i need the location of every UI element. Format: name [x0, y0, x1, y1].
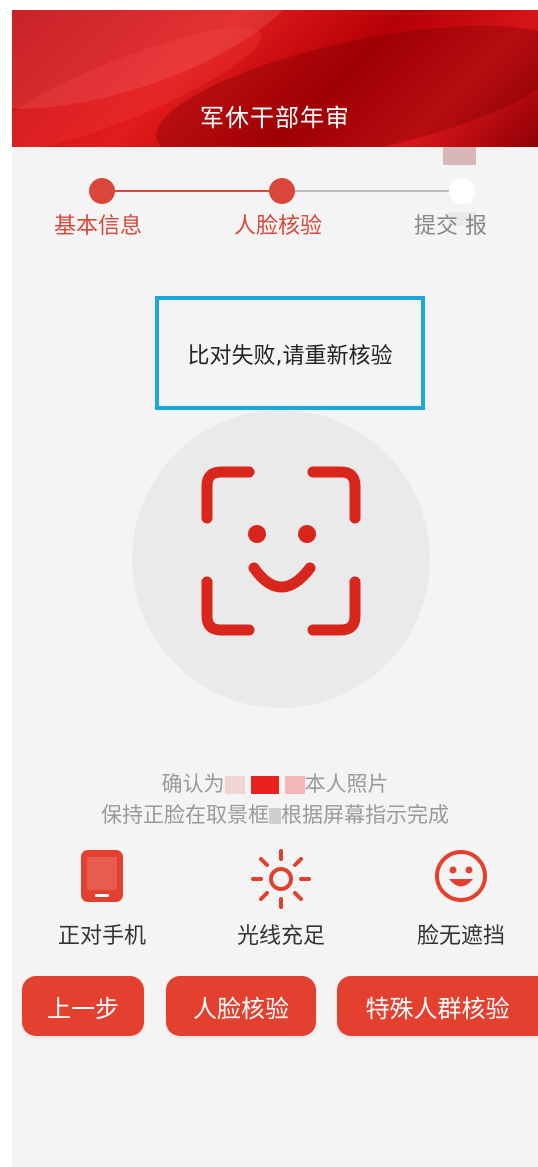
phone-icon	[81, 850, 123, 902]
app-screen: 军休干部年审 基本信息 人脸核验 提交 报 比对失败,请重新核验 确认为 本人照…	[12, 10, 538, 1167]
confirm-prefix: 确认为	[161, 772, 225, 796]
step-dot-submit	[449, 178, 475, 204]
smile-icon	[435, 850, 487, 902]
tip-no-cover: 脸无遮挡	[386, 848, 536, 950]
page-title: 军休干部年审	[200, 104, 350, 132]
tip-label: 正对手机	[57, 924, 146, 949]
previous-step-button[interactable]: 上一步	[22, 976, 144, 1036]
sun-icon	[251, 849, 311, 909]
step-label-basic-info: 基本信息	[54, 214, 143, 239]
confirm-instructions: 确认为 本人照片 保持正脸在取景框 根据屏幕指示完成	[12, 768, 538, 829]
alert-message: 比对失败,请重新核验	[187, 344, 393, 369]
tip-enough-light: 光线充足	[206, 848, 356, 950]
special-group-verify-button[interactable]: 特殊人群核验	[337, 976, 538, 1036]
step-label-face-verify: 人脸核验	[234, 214, 323, 239]
step-dot-face-verify	[269, 178, 295, 204]
tip-face-phone: 正对手机	[27, 848, 177, 950]
redacted-name	[224, 776, 245, 794]
tip-label: 脸无遮挡	[416, 924, 505, 949]
face-verify-button[interactable]: 人脸核验	[166, 976, 316, 1036]
verification-alert: 比对失败,请重新核验	[155, 296, 425, 410]
face-scan-icon	[201, 466, 361, 636]
instruction-prefix: 保持正脸在取景框	[101, 803, 269, 827]
capture-tips: 正对手机 光线充足 脸无遮挡	[12, 848, 538, 958]
step-connector-pending	[282, 190, 462, 192]
step-connector-done	[102, 190, 282, 192]
tip-label: 光线充足	[236, 924, 325, 949]
face-scan-area[interactable]	[132, 410, 430, 708]
header-banner: 军休干部年审	[12, 10, 538, 147]
instruction-suffix: 根据屏幕指示完成	[281, 803, 449, 827]
step-dot-basic-info	[89, 178, 115, 204]
confirm-suffix: 本人照片	[304, 772, 389, 796]
step-label-submit: 提交 报	[414, 214, 487, 239]
redacted-char	[269, 808, 281, 824]
progress-steps: 基本信息 人脸核验 提交 报	[12, 178, 538, 258]
